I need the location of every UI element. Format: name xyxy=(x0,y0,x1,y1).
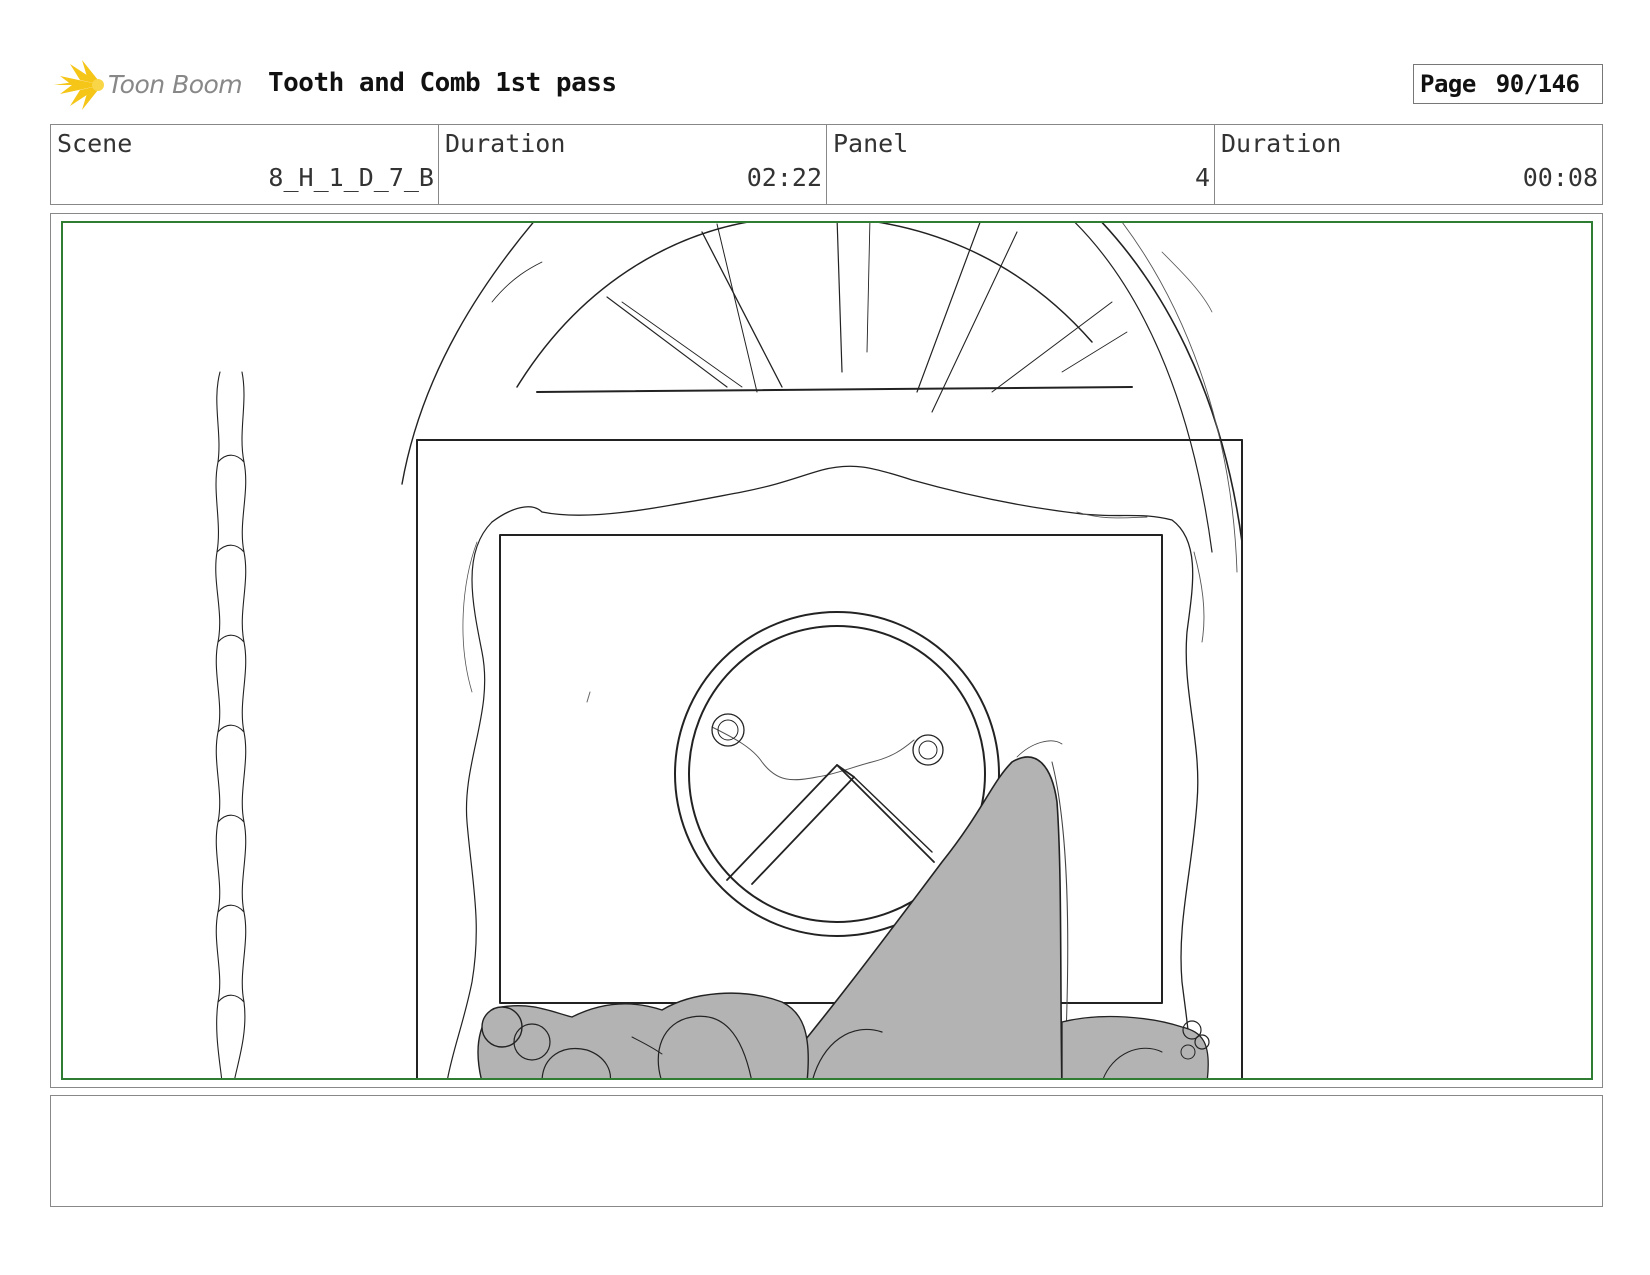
document-title: Tooth and Comb 1st pass xyxy=(268,68,617,98)
scene-cell: Scene 8_H_1_D_7_B xyxy=(51,125,439,204)
scene-value: 8_H_1_D_7_B xyxy=(268,163,434,192)
page-indicator: Page 90/146 xyxy=(1413,64,1603,104)
panel-label: Panel xyxy=(833,129,909,158)
panel-duration-value: 00:08 xyxy=(1522,163,1598,192)
scene-label: Scene xyxy=(57,129,133,158)
scene-duration-label: Duration xyxy=(445,129,566,158)
toon-boom-logo: Toon Boom xyxy=(52,58,252,112)
panel-value: 4 xyxy=(1194,163,1210,192)
logo-text: Toon Boom xyxy=(108,70,243,99)
panel-duration-label: Duration xyxy=(1221,129,1342,158)
starburst-icon xyxy=(54,60,104,110)
panel-info-row: Scene 8_H_1_D_7_B Duration 02:22 Panel 4… xyxy=(50,124,1603,205)
page-label: Page xyxy=(1420,70,1476,98)
scene-duration-cell: Duration 02:22 xyxy=(439,125,827,204)
safe-area-frame xyxy=(61,221,1593,1080)
panel-notes-text xyxy=(51,1096,1602,1112)
page-number: 90/146 xyxy=(1495,70,1580,98)
panel-duration-cell: Duration 00:08 xyxy=(1215,125,1602,204)
scene-duration-value: 02:22 xyxy=(746,163,822,192)
panel-cell: Panel 4 xyxy=(827,125,1215,204)
panel-notes-box xyxy=(50,1095,1603,1207)
storyboard-header: Toon Boom Tooth and Comb 1st pass Page 90… xyxy=(52,54,1612,114)
